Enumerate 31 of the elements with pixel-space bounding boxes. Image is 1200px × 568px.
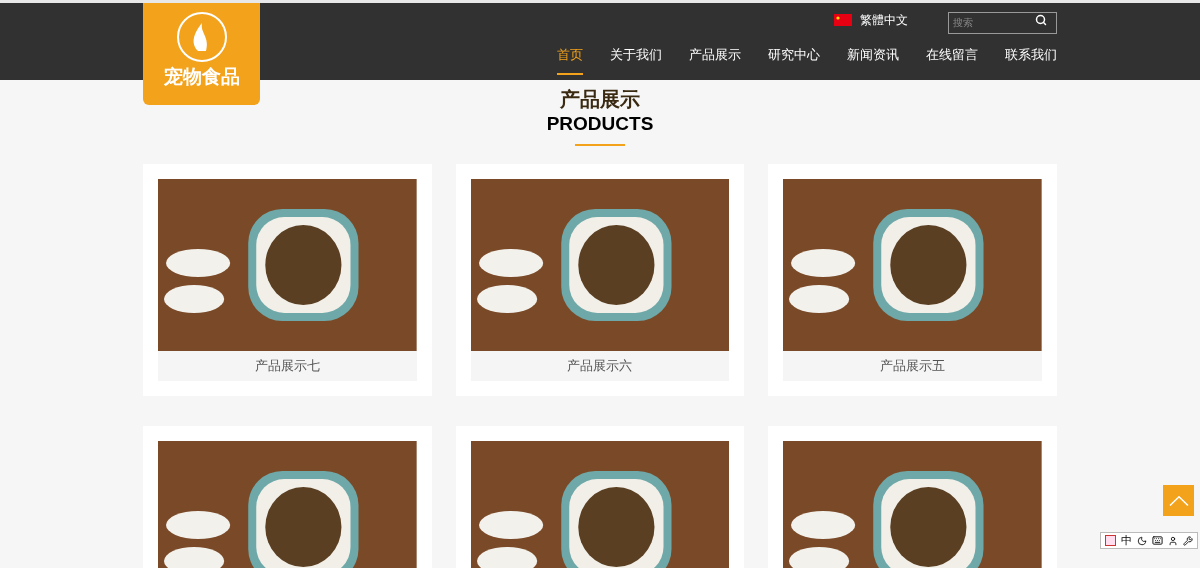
product-card[interactable] (768, 426, 1057, 568)
product-card[interactable]: 产品展示七 (143, 164, 432, 396)
nav-link[interactable]: 研究中心 (768, 45, 820, 75)
product-caption[interactable]: 产品展示六 (470, 351, 730, 381)
user-icon[interactable] (1168, 535, 1178, 546)
wrench-icon[interactable] (1183, 535, 1193, 546)
section-subtitle: PRODUCTS (546, 112, 654, 136)
language-link[interactable]: 繁體中文 (860, 11, 908, 29)
nav-link[interactable]: 首页 (557, 45, 583, 75)
nav-link[interactable]: 关于我们 (610, 45, 662, 75)
section-title: 产品展示 (560, 86, 640, 112)
nav-link[interactable]: 新闻资讯 (847, 45, 899, 75)
flag-icon (834, 14, 852, 26)
product-caption[interactable]: 产品展示七 (158, 351, 417, 381)
product-card[interactable] (143, 426, 432, 568)
search-field[interactable]: 搜索 (948, 11, 1057, 34)
ime-logo-icon[interactable] (1105, 535, 1116, 546)
chevron-up-icon (1168, 495, 1189, 506)
nav-link[interactable]: 联系我们 (1005, 45, 1057, 75)
product-caption[interactable]: 产品展示五 (783, 351, 1042, 381)
product-card[interactable] (455, 426, 745, 568)
moon-icon[interactable] (1137, 535, 1147, 546)
nav-link[interactable]: 在线留言 (926, 45, 978, 75)
flame-icon (175, 11, 228, 63)
product-card[interactable]: 产品展示五 (768, 164, 1057, 396)
search-icon[interactable] (1035, 14, 1047, 26)
keyboard-icon[interactable] (1152, 535, 1163, 546)
logo-text: 宠物食品 (163, 67, 240, 86)
ime-mode[interactable]: 中 (1121, 535, 1132, 546)
product-card[interactable]: 产品展示六 (455, 164, 745, 396)
nav-link[interactable]: 产品展示 (689, 45, 741, 75)
